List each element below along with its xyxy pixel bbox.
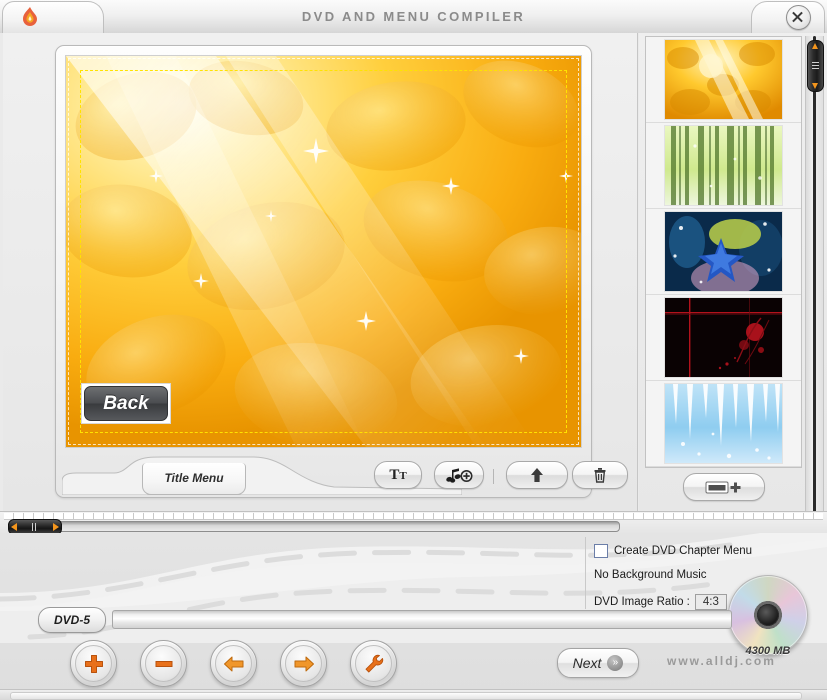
arrow-left-icon (223, 654, 245, 674)
create-chapter-menu-checkbox[interactable] (594, 544, 608, 558)
template-thumb-red-black[interactable] (646, 295, 801, 381)
next-button-label: Next (573, 655, 602, 671)
window-title: DVD AND MENU COMPILER (0, 0, 827, 33)
button-ring (215, 645, 252, 682)
scrollbar-grip (32, 523, 38, 531)
website-label: www.alldj.com (667, 654, 776, 668)
remove-item-button[interactable] (140, 640, 187, 687)
button-ring (285, 645, 322, 682)
status-bar (0, 689, 827, 700)
chevron-double-right-icon: » (607, 655, 623, 671)
tab-title-menu[interactable]: Title Menu (142, 463, 246, 495)
toolbar-separator (493, 469, 494, 484)
scroll-left-icon (11, 523, 17, 531)
scroll-down-icon (812, 83, 818, 89)
preview-toolbar: Title Menu TT (56, 449, 591, 497)
create-chapter-menu-label: Create DVD Chapter Menu (614, 545, 752, 557)
thumbnail-image (664, 383, 783, 464)
scrollbar-grip (812, 62, 819, 69)
dvd-type-button[interactable]: DVD-5 (38, 607, 106, 633)
thumbnail-image (664, 297, 783, 378)
button-ring (355, 645, 392, 682)
settings-button[interactable] (350, 640, 397, 687)
template-thumb-blue-starfish[interactable] (646, 209, 801, 295)
menu-back-button-label: Back (84, 386, 168, 421)
preview-pane: Back Title Menu TT (3, 33, 638, 511)
template-thumb-golden-petals[interactable] (646, 37, 801, 123)
close-icon[interactable] (786, 5, 811, 30)
scrollbar-thumb[interactable] (807, 40, 824, 92)
minus-icon (154, 654, 174, 674)
scroll-up-icon (812, 43, 818, 49)
text-Tt-icon: TT (389, 467, 406, 484)
arrow-up-icon (530, 467, 544, 483)
menu-back-button[interactable]: Back (82, 384, 170, 423)
delete-button[interactable] (572, 461, 628, 489)
button-ring (145, 645, 182, 682)
thumbnail-image (664, 125, 783, 206)
capacity-progress-bar (112, 610, 732, 629)
bottom-panel: Create DVD Chapter Menu No Background Mu… (0, 533, 827, 700)
template-thumb-bamboo-forest[interactable] (646, 123, 801, 209)
arrow-right-icon (293, 654, 315, 674)
move-left-button[interactable] (210, 640, 257, 687)
button-ring (75, 645, 112, 682)
move-right-button[interactable] (280, 640, 327, 687)
scroll-right-icon (53, 523, 59, 531)
add-item-button[interactable] (70, 640, 117, 687)
plus-icon (84, 654, 104, 674)
thumbnail-image (664, 39, 783, 120)
ruler-ticks (4, 513, 823, 520)
timeline-scroll-strip[interactable] (0, 511, 827, 535)
background-music-status[interactable]: No Background Music (594, 569, 707, 581)
text-tool-button[interactable]: TT (374, 461, 422, 489)
create-chapter-menu-row[interactable]: Create DVD Chapter Menu (594, 544, 752, 558)
application-window: DVD AND MENU COMPILER (0, 0, 827, 700)
horizontal-scrollbar-track[interactable] (8, 521, 620, 532)
next-button[interactable]: Next » (557, 648, 639, 678)
scrollbar-track (813, 36, 816, 514)
preview-frame: Back Title Menu TT (55, 45, 592, 498)
wrench-icon (363, 653, 385, 675)
capacity-row: DVD-5 (0, 605, 827, 635)
add-template-button[interactable] (683, 473, 765, 501)
thumbnail-image (664, 211, 783, 292)
template-pane (639, 33, 827, 511)
trash-icon (593, 467, 607, 483)
music-note-plus-icon (444, 467, 474, 484)
add-template-icon (705, 480, 743, 494)
add-music-button[interactable] (434, 461, 484, 489)
template-list[interactable] (645, 36, 802, 468)
work-area: Back Title Menu TT (0, 33, 827, 511)
template-thumb-blue-icicles[interactable] (646, 381, 801, 467)
template-scrollbar[interactable] (805, 36, 824, 514)
move-up-button[interactable] (506, 461, 568, 489)
title-bar: DVD AND MENU COMPILER (0, 0, 827, 34)
menu-canvas[interactable]: Back (65, 55, 582, 448)
